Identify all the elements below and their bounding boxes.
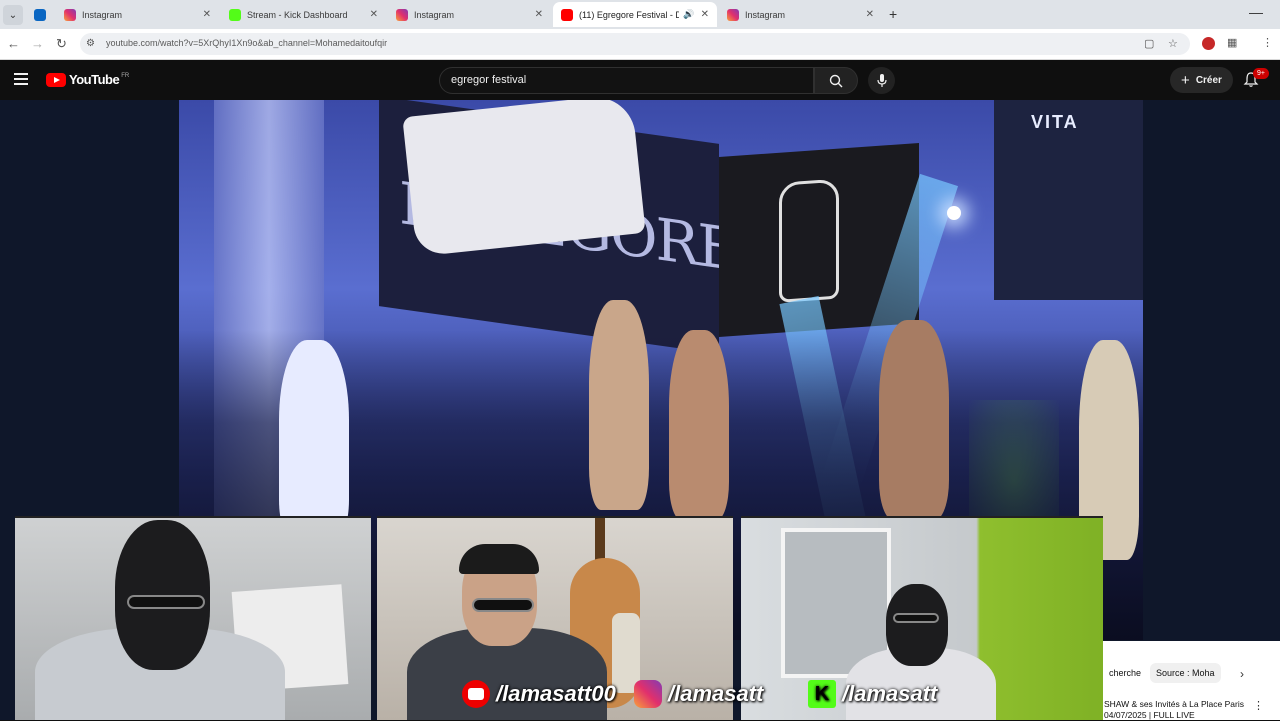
- chevron-right-icon[interactable]: ›: [1240, 667, 1244, 681]
- youtube-icon: [561, 9, 573, 21]
- extensions-puzzle-icon[interactable]: ▦: [1227, 36, 1237, 49]
- performer: [879, 320, 949, 520]
- youtube-play-icon: [46, 73, 66, 87]
- close-icon[interactable]: ✕: [203, 9, 211, 20]
- instagram-handle-overlay: /lamasatt: [634, 676, 763, 712]
- create-label: Créer: [1196, 75, 1222, 86]
- tab-instagram-3[interactable]: Instagram ✕: [719, 2, 882, 27]
- handle-text: /lamasatt: [842, 681, 937, 707]
- tab-search-menu-button[interactable]: ⌄: [3, 5, 23, 25]
- search-button[interactable]: [814, 67, 858, 94]
- close-icon[interactable]: ✕: [866, 9, 874, 20]
- microphone-icon: [877, 74, 887, 88]
- forward-arrow-icon[interactable]: →: [31, 36, 44, 51]
- filter-chip-source[interactable]: Source : Moha: [1150, 663, 1221, 683]
- plus-icon: +: [1181, 72, 1190, 89]
- kick-handle-overlay: K /lamasatt: [808, 676, 937, 712]
- sunglasses: [472, 598, 534, 612]
- reload-icon[interactable]: ↻: [56, 36, 67, 52]
- close-icon[interactable]: ✕: [370, 9, 378, 20]
- close-icon[interactable]: ✕: [701, 9, 709, 20]
- tab-label: Instagram: [414, 10, 529, 20]
- more-options-icon[interactable]: ⋮: [1253, 699, 1264, 712]
- region-code: FR: [121, 73, 129, 79]
- hamburger-menu-icon[interactable]: [14, 73, 28, 85]
- cast-icon[interactable]: ▢: [1144, 37, 1154, 50]
- filter-chip-search[interactable]: cherche: [1103, 663, 1147, 683]
- video-watermark: VITA: [1031, 112, 1079, 133]
- tab-instagram-1[interactable]: Instagram ✕: [56, 2, 219, 27]
- waving-flag: [402, 100, 645, 257]
- browser-tabstrip: ⌄ Instagram ✕ Stream - Kick Dashboard ✕ …: [0, 0, 1280, 29]
- performer: [669, 330, 729, 520]
- tab-label: (11) Egregore Festival - DAY: [579, 10, 679, 20]
- balaclava-head: [886, 584, 948, 666]
- tab-label: Instagram: [82, 10, 197, 20]
- tab-label: Stream - Kick Dashboard: [247, 10, 364, 20]
- instagram-icon: [634, 680, 662, 708]
- tab-kick-dashboard[interactable]: Stream - Kick Dashboard ✕: [221, 2, 386, 27]
- youtube-logo[interactable]: YouTube FR: [46, 72, 129, 87]
- sunglasses: [127, 595, 205, 609]
- search-icon: [829, 74, 843, 88]
- kick-icon: K: [808, 680, 836, 708]
- new-tab-plus-icon[interactable]: +: [889, 6, 897, 22]
- stage-spotlight: [947, 206, 961, 220]
- handle-text: /lamasatt00: [496, 681, 616, 707]
- linkedin-icon: [34, 9, 46, 21]
- performer: [589, 300, 649, 510]
- sunglasses: [893, 613, 939, 623]
- url-text[interactable]: youtube.com/watch?v=5XrQhyI1Xn9o&ab_chan…: [106, 38, 387, 48]
- extension-icon[interactable]: [1202, 37, 1215, 50]
- kick-icon: [229, 9, 241, 21]
- create-button[interactable]: + Créer: [1170, 67, 1233, 93]
- related-video-title[interactable]: SHAW & ses Invités à La Place Paris 04/0…: [1104, 699, 1250, 721]
- tab-youtube-active[interactable]: (11) Egregore Festival - DAY 🔊 ✕: [553, 2, 717, 27]
- bookmark-star-icon[interactable]: ☆: [1168, 37, 1178, 50]
- youtube-header: YouTube FR egregor festival + Créer 9+: [0, 60, 1280, 100]
- instagram-icon: [727, 9, 739, 21]
- youtube-icon: [462, 680, 490, 708]
- tab-instagram-2[interactable]: Instagram ✕: [388, 2, 551, 27]
- notification-count-badge: 9+: [1253, 68, 1269, 79]
- search-input[interactable]: egregor festival: [439, 67, 814, 94]
- instagram-icon: [396, 9, 408, 21]
- tab-label: Instagram: [745, 10, 860, 20]
- browser-toolbar: ← → ↻ ⚙ youtube.com/watch?v=5XrQhyI1Xn9o…: [0, 29, 1280, 60]
- site-info-icon[interactable]: ⚙: [86, 38, 98, 50]
- instagram-icon: [64, 9, 76, 21]
- speaker-icon[interactable]: 🔊: [683, 9, 694, 20]
- mascot-figure: [779, 179, 839, 303]
- tab-linkedin[interactable]: [26, 2, 56, 27]
- minimize-window-icon[interactable]: —: [1249, 4, 1263, 20]
- voice-search-button[interactable]: [868, 67, 895, 94]
- related-videos-sidebar: cherche Source : Moha › SHAW & ses Invit…: [1103, 641, 1280, 720]
- search-query-text: egregor festival: [451, 74, 526, 86]
- youtube-handle-overlay: /lamasatt00: [462, 676, 616, 712]
- address-bar[interactable]: ⚙ youtube.com/watch?v=5XrQhyI1Xn9o&ab_ch…: [80, 33, 1190, 55]
- close-icon[interactable]: ✕: [535, 9, 543, 20]
- youtube-logo-text: YouTube: [69, 72, 119, 87]
- webcam-streamer-1: [15, 516, 371, 720]
- handle-text: /lamasatt: [668, 681, 763, 707]
- browser-menu-icon[interactable]: ⋮: [1262, 36, 1273, 49]
- back-arrow-icon[interactable]: ←: [7, 36, 20, 51]
- cap: [459, 544, 539, 574]
- performer: [279, 340, 349, 540]
